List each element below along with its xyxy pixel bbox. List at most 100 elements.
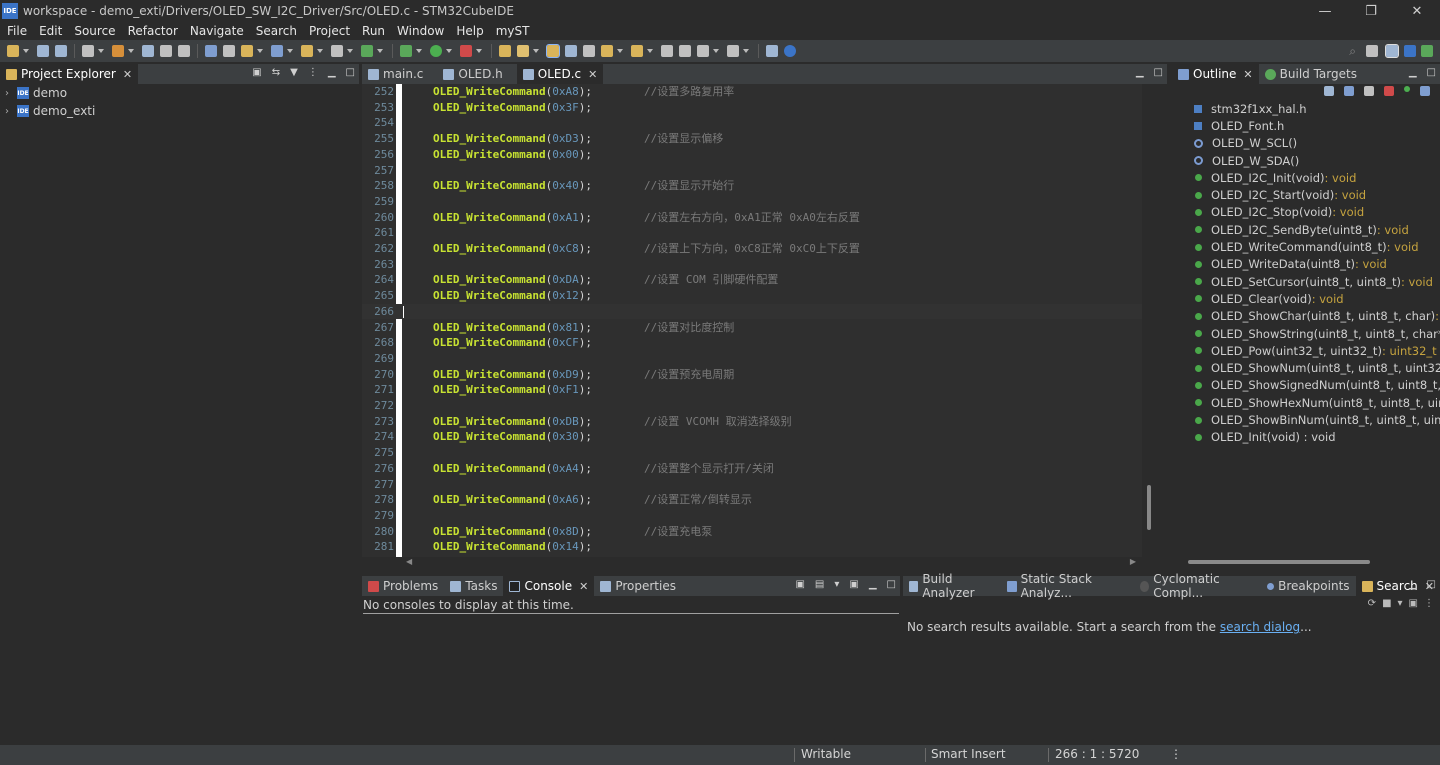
group-includes-icon[interactable] xyxy=(1420,86,1430,96)
outline-item[interactable]: OLED_I2C_Stop(void) : void xyxy=(1192,204,1364,221)
menu-search[interactable]: Search xyxy=(251,24,304,38)
chevron-down-icon[interactable] xyxy=(287,49,293,53)
code-line[interactable]: 269 xyxy=(362,351,1142,367)
code-area[interactable]: 252 OLED_WriteCommand(0xA8); //设置多路复用率 253 O… xyxy=(362,84,1142,559)
minimize-view-icon[interactable]: ▁ xyxy=(869,579,877,590)
target-icon[interactable] xyxy=(271,45,283,57)
outline-item[interactable]: OLED_SetCursor(uint8_t, uint8_t) : void xyxy=(1192,273,1433,290)
code-line[interactable]: 253 OLED_WriteCommand(0x3F); xyxy=(362,100,1142,116)
redo-icon[interactable] xyxy=(178,45,190,57)
outline-item[interactable]: OLED_ShowHexNum(uint8_t, uint8_t, uint32… xyxy=(1192,394,1440,411)
next-annotation-icon[interactable] xyxy=(631,45,643,57)
minimize-view-icon[interactable]: ▁ xyxy=(328,67,336,78)
filter-icon[interactable]: ▼ xyxy=(290,67,298,78)
chevron-down-icon[interactable] xyxy=(533,49,539,53)
stop-icon[interactable]: ■ xyxy=(1382,598,1391,609)
code-line[interactable]: 270 OLED_WriteCommand(0xD9); //设置预充电周期 xyxy=(362,367,1142,383)
outline-item[interactable]: OLED_Clear(void) : void xyxy=(1192,290,1344,307)
scrollbar-thumb[interactable] xyxy=(1147,485,1151,530)
chevron-down-icon[interactable] xyxy=(317,49,323,53)
file-icon[interactable] xyxy=(331,45,343,57)
code-line[interactable]: 268 OLED_WriteCommand(0xCF); xyxy=(362,335,1142,351)
tab-build-targets[interactable]: Build Targets xyxy=(1259,64,1363,84)
chevron-down-icon[interactable] xyxy=(743,49,749,53)
binary-icon[interactable] xyxy=(205,45,217,57)
outline-item[interactable]: OLED_I2C_SendByte(uint8_t) : void xyxy=(1192,221,1409,238)
menu-refactor[interactable]: Refactor xyxy=(123,24,185,38)
scroll-right-icon[interactable]: ▶ xyxy=(1130,557,1136,566)
close-icon[interactable]: ✕ xyxy=(123,68,132,81)
tab-cyclomatic[interactable]: Cyclomatic Compl... xyxy=(1134,572,1261,600)
pin-icon[interactable]: ▣ xyxy=(1409,598,1418,609)
horizontal-scrollbar[interactable]: ◀ ▶ xyxy=(362,557,1142,569)
new-console-icon[interactable]: ▣ xyxy=(849,579,858,590)
menu-file[interactable]: File xyxy=(2,24,34,38)
chevron-down-icon[interactable] xyxy=(23,49,29,53)
save-all-icon[interactable] xyxy=(55,45,67,57)
history-icon[interactable]: ▾ xyxy=(1398,598,1403,609)
link-editor-icon[interactable]: ⇆ xyxy=(272,67,280,78)
code-line[interactable]: 264 OLED_WriteCommand(0xDA); //设置 COM 引脚硬件… xyxy=(362,272,1142,288)
minimize-view-icon[interactable]: ▁ xyxy=(1136,67,1144,78)
code-line[interactable]: 267 OLED_WriteCommand(0x81); //设置对比度控制 xyxy=(362,320,1142,336)
annotation-icon[interactable] xyxy=(601,45,613,57)
save-icon[interactable] xyxy=(37,45,49,57)
outline-item[interactable]: OLED_Init(void) : void xyxy=(1192,429,1336,446)
open-console-icon[interactable]: ▾ xyxy=(834,579,839,590)
block-selection-icon[interactable] xyxy=(565,45,577,57)
refresh-icon[interactable]: ⟳ xyxy=(1368,598,1376,609)
menu-source[interactable]: Source xyxy=(69,24,122,38)
vertical-scrollbar[interactable] xyxy=(1142,84,1167,559)
forward-edit-icon[interactable] xyxy=(679,45,691,57)
code-line[interactable]: 272 xyxy=(362,398,1142,414)
code-line[interactable]: 280 OLED_WriteCommand(0x8D); //设置充电泵 xyxy=(362,524,1142,540)
outline-item[interactable]: OLED_Pow(uint32_t, uint32_t) : uint32_t xyxy=(1192,342,1437,359)
menu-navigate[interactable]: Navigate xyxy=(185,24,251,38)
maximize-view-icon[interactable]: □ xyxy=(1427,579,1436,590)
chevron-down-icon[interactable] xyxy=(128,49,134,53)
outline-item[interactable]: OLED_WriteCommand(uint8_t) : void xyxy=(1192,238,1419,255)
tab-project-explorer[interactable]: Project Explorer ✕ xyxy=(0,64,139,84)
open-folder-icon[interactable] xyxy=(499,45,511,57)
code-line[interactable]: 258 OLED_WriteCommand(0x40); //设置显示开始行 xyxy=(362,178,1142,194)
menu-project[interactable]: Project xyxy=(304,24,357,38)
highlight-icon[interactable] xyxy=(546,44,560,58)
tree-item-demo-exti[interactable]: › IDE demo_exti xyxy=(0,102,359,120)
close-icon[interactable]: ✕ xyxy=(579,580,588,593)
code-line[interactable]: 277 xyxy=(362,477,1142,493)
chevron-down-icon[interactable] xyxy=(647,49,653,53)
code-line[interactable]: 266 xyxy=(362,303,1142,320)
mx-perspective-icon[interactable] xyxy=(1404,45,1416,57)
brush-icon[interactable] xyxy=(517,45,529,57)
chevron-down-icon[interactable] xyxy=(98,49,104,53)
print-icon[interactable] xyxy=(223,45,235,57)
code-line[interactable]: 255 OLED_WriteCommand(0xD3); //设置显示偏移 xyxy=(362,131,1142,147)
outline-item[interactable]: OLED_ShowNum(uint8_t, uint8_t, uint32_t,… xyxy=(1192,360,1440,377)
tab-build-analyzer[interactable]: Build Analyzer xyxy=(903,572,1001,600)
menu-window[interactable]: Window xyxy=(392,24,451,38)
code-line[interactable]: 276 OLED_WriteCommand(0xA4); //设置整个显示打开/关闭 xyxy=(362,461,1142,477)
build-hammer-icon[interactable] xyxy=(112,45,124,57)
view-menu-icon[interactable]: ⋮ xyxy=(308,67,318,78)
chevron-right-icon[interactable]: › xyxy=(5,106,17,117)
outline-item[interactable]: OLED_WriteData(uint8_t) : void xyxy=(1192,256,1387,273)
close-icon[interactable]: ✕ xyxy=(1243,68,1252,81)
maximize-view-icon[interactable]: □ xyxy=(887,579,896,590)
code-line[interactable]: 281 OLED_WriteCommand(0x14); xyxy=(362,539,1142,555)
tab-console[interactable]: Console ✕ xyxy=(503,576,595,596)
collapse-all-icon[interactable] xyxy=(1324,86,1334,96)
close-window-button[interactable]: ✕ xyxy=(1394,0,1440,22)
tab-oled-c[interactable]: OLED.c ✕ xyxy=(516,64,604,84)
forward-icon[interactable] xyxy=(727,45,739,57)
scroll-left-icon[interactable]: ◀ xyxy=(406,557,412,566)
tab-breakpoints[interactable]: Breakpoints xyxy=(1261,576,1355,596)
chevron-down-icon[interactable] xyxy=(257,49,263,53)
tab-outline[interactable]: Outline ✕ xyxy=(1172,64,1259,84)
tab-problems[interactable]: Problems xyxy=(362,576,444,596)
tab-oled-h[interactable]: OLED.h xyxy=(437,64,508,84)
terminal-icon[interactable] xyxy=(766,45,778,57)
debug-icon[interactable] xyxy=(400,45,412,57)
outline-item[interactable]: OLED_ShowChar(uint8_t, uint8_t, char) : … xyxy=(1192,308,1440,325)
folder-icon[interactable] xyxy=(241,45,253,57)
code-line[interactable]: 265 OLED_WriteCommand(0x12); xyxy=(362,288,1142,304)
